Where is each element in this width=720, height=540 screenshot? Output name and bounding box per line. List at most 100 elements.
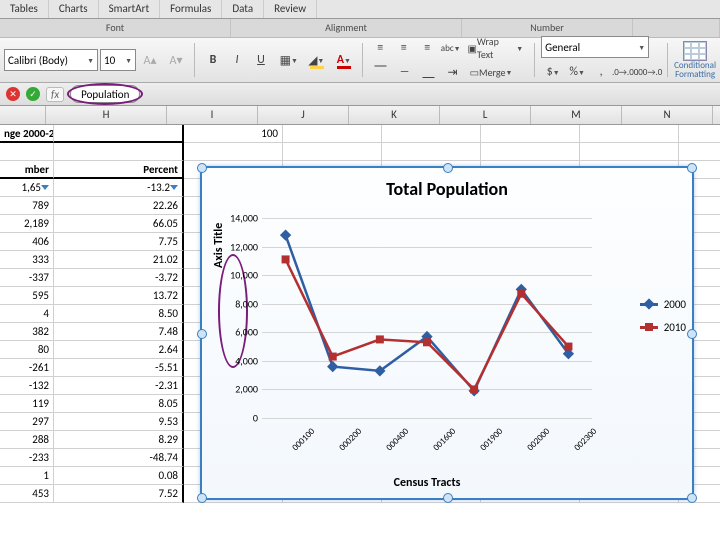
resize-handle[interactable] — [687, 329, 697, 339]
tab-formulas[interactable]: Formulas — [160, 0, 222, 18]
cell-number[interactable]: -132 — [0, 377, 54, 395]
increase-decimal-button[interactable]: .0→.00 — [613, 60, 637, 84]
fx-icon[interactable]: fx — [46, 87, 64, 102]
number-format-select[interactable]: General▼ — [541, 36, 649, 58]
cell[interactable] — [481, 125, 580, 143]
col-n[interactable]: N — [622, 106, 713, 124]
col-k[interactable]: K — [349, 106, 440, 124]
cell-percent[interactable]: 13.72 — [54, 287, 184, 305]
plot-area[interactable]: 02,0004,0006,0008,00010,00012,00014,0000… — [262, 218, 592, 418]
resize-handle[interactable] — [687, 493, 697, 503]
borders-button[interactable]: ▦▼ — [277, 48, 301, 72]
comma-button[interactable]: , — [589, 60, 613, 84]
cell-percent[interactable]: 9.53 — [54, 413, 184, 431]
col-i[interactable]: I — [167, 106, 258, 124]
cell-number[interactable]: 1 — [0, 467, 54, 485]
font-size-select[interactable]: 10▼ — [100, 49, 136, 71]
tab-tables[interactable]: Tables — [0, 0, 49, 18]
indent-button[interactable]: ⇥ — [441, 60, 465, 84]
merge-button[interactable]: ▭ Merge▼ — [465, 60, 518, 84]
bold-button[interactable]: B — [201, 48, 225, 72]
cell-percent[interactable]: 2.64 — [54, 341, 184, 359]
cell-number[interactable]: 1,65 — [0, 179, 54, 197]
increase-font-button[interactable]: A▴ — [138, 48, 162, 72]
cell[interactable] — [382, 143, 481, 161]
cell-number[interactable]: 406 — [0, 233, 54, 251]
resize-handle[interactable] — [197, 163, 207, 173]
cell-number[interactable]: 382 — [0, 323, 54, 341]
font-name-select[interactable]: Calibri (Body)▼ — [4, 49, 98, 71]
cell[interactable] — [679, 125, 720, 143]
title-cell-g[interactable]: nge 2000-2010 — [0, 125, 54, 143]
wrap-text-button[interactable]: ▣ Wrap Text▼ — [462, 36, 528, 60]
tab-data[interactable]: Data — [222, 0, 264, 18]
col-g-partial[interactable] — [0, 106, 46, 124]
cell[interactable] — [54, 143, 184, 161]
align-bottom-button[interactable]: ⎽ — [417, 60, 441, 84]
cell-percent[interactable]: 66.05 — [54, 215, 184, 233]
cell-number[interactable]: 595 — [0, 287, 54, 305]
cell[interactable] — [580, 125, 679, 143]
align-right-button[interactable]: ≡ — [416, 36, 439, 60]
font-color-button[interactable]: A▼ — [332, 48, 356, 72]
tab-smartart[interactable]: SmartArt — [99, 0, 161, 18]
percent-button[interactable]: %▼ — [565, 60, 589, 84]
align-left-button[interactable]: ≡ — [369, 36, 392, 60]
cell[interactable] — [184, 143, 283, 161]
cell-percent[interactable]: 7.75 — [54, 233, 184, 251]
cell-number[interactable]: -261 — [0, 359, 54, 377]
cell-number[interactable]: 333 — [0, 251, 54, 269]
chart-title[interactable]: Total Population — [202, 178, 692, 200]
cell-percent[interactable]: -48.74 — [54, 449, 184, 467]
cell-number[interactable]: 288 — [0, 431, 54, 449]
cell-number[interactable]: -233 — [0, 449, 54, 467]
cell-number[interactable]: 297 — [0, 413, 54, 431]
x-axis-title[interactable]: Census Tracts — [262, 476, 592, 490]
align-middle-button[interactable]: ― — [393, 60, 417, 84]
align-center-button[interactable]: ≡ — [392, 36, 415, 60]
cell-percent[interactable]: 0.08 — [54, 467, 184, 485]
resize-handle[interactable] — [197, 329, 207, 339]
cell-number[interactable]: 2,189 — [0, 215, 54, 233]
accept-button[interactable]: ✓ — [26, 87, 40, 101]
resize-handle[interactable] — [197, 493, 207, 503]
cell[interactable] — [0, 143, 54, 161]
cell-i-first[interactable]: 100 — [184, 125, 283, 143]
header-percent[interactable]: Percent — [54, 161, 184, 179]
align-top-button[interactable]: ⎺ — [369, 60, 393, 84]
formula-input[interactable]: Population — [70, 85, 140, 103]
cell-percent[interactable]: 22.26 — [54, 197, 184, 215]
cell[interactable] — [481, 143, 580, 161]
cell-number[interactable]: 80 — [0, 341, 54, 359]
decrease-decimal-button[interactable]: .00→.0 — [637, 60, 661, 84]
chart-legend[interactable]: 2000 2010 — [640, 298, 686, 344]
currency-button[interactable]: $▼ — [541, 60, 565, 84]
cancel-button[interactable]: ✕ — [6, 87, 20, 101]
chart-object[interactable]: Total Population Axis Title 02,0004,0006… — [200, 166, 694, 500]
cell-percent[interactable]: 7.52 — [54, 485, 184, 503]
orientation-button[interactable]: abc▼ — [439, 36, 462, 60]
cell[interactable] — [283, 125, 382, 143]
cell-percent[interactable]: -13.2 — [54, 179, 184, 197]
resize-handle[interactable] — [443, 493, 453, 503]
cell-number[interactable]: 453 — [0, 485, 54, 503]
col-l[interactable]: L — [440, 106, 531, 124]
tab-charts[interactable]: Charts — [49, 0, 99, 18]
header-number[interactable]: mber — [0, 161, 54, 179]
col-m[interactable]: M — [531, 106, 622, 124]
cell-percent[interactable]: 8.29 — [54, 431, 184, 449]
decrease-font-button[interactable]: A▾ — [164, 48, 188, 72]
underline-button[interactable]: U — [249, 48, 273, 72]
conditional-formatting-button[interactable]: Conditional Formatting — [674, 41, 716, 79]
cell-number[interactable]: 789 — [0, 197, 54, 215]
cell-percent[interactable]: -2.31 — [54, 377, 184, 395]
cell[interactable] — [283, 143, 382, 161]
cell-percent[interactable]: 8.50 — [54, 305, 184, 323]
cell-percent[interactable]: -5.51 — [54, 359, 184, 377]
italic-button[interactable]: I — [225, 48, 249, 72]
cell[interactable] — [679, 143, 720, 161]
cell[interactable] — [580, 143, 679, 161]
cell-percent[interactable]: -3.72 — [54, 269, 184, 287]
cell-number[interactable]: 4 — [0, 305, 54, 323]
cell-percent[interactable]: 21.02 — [54, 251, 184, 269]
